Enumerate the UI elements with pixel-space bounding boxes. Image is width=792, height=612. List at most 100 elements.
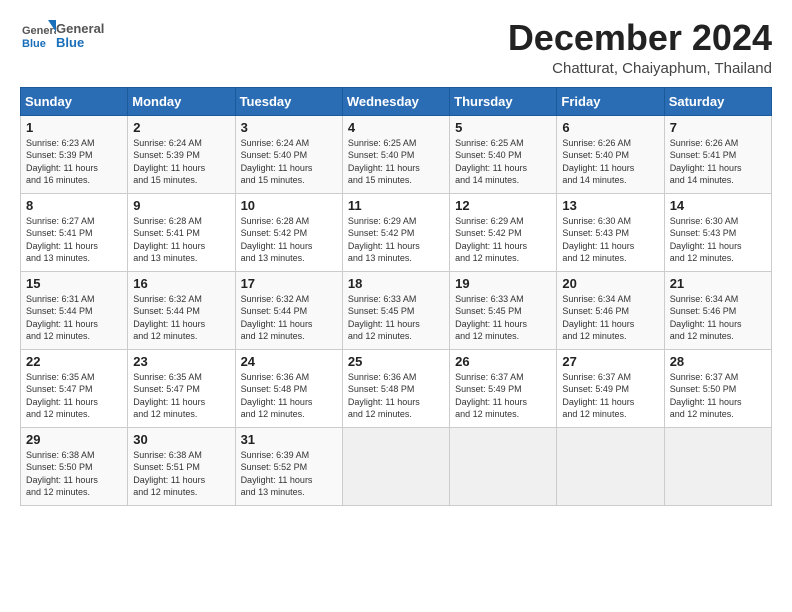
- calendar-cell: 19Sunrise: 6:33 AM Sunset: 5:45 PM Dayli…: [450, 271, 557, 349]
- day-info: Sunrise: 6:38 AM Sunset: 5:50 PM Dayligh…: [26, 449, 122, 499]
- day-info: Sunrise: 6:35 AM Sunset: 5:47 PM Dayligh…: [26, 371, 122, 421]
- calendar-cell: 1 Sunrise: 6:23 AM Sunset: 5:39 PM Daylig…: [21, 115, 128, 193]
- day-number: 20: [562, 276, 658, 291]
- day-number: 21: [670, 276, 766, 291]
- calendar-week-4: 22 Sunrise: 6:35 AM Sunset: 5:47 PM Dayli…: [21, 349, 772, 427]
- calendar-cell: 5 Sunrise: 6:25 AM Sunset: 5:40 PM Daylig…: [450, 115, 557, 193]
- day-info: Sunrise: 6:38 AM Sunset: 5:51 PM Dayligh…: [133, 449, 229, 499]
- calendar-cell: 15Sunrise: 6:31 AM Sunset: 5:44 PM Dayli…: [21, 271, 128, 349]
- day-info: Sunrise: 6:26 AM Sunset: 5:40 PM Dayligh…: [562, 137, 658, 187]
- day-number: 22: [26, 354, 122, 369]
- day-info: Sunrise: 6:34 AM Sunset: 5:46 PM Dayligh…: [562, 293, 658, 343]
- calendar-cell: 28 Sunrise: 6:37 AM Sunset: 5:50 PM Dayli…: [664, 349, 771, 427]
- day-info: Sunrise: 6:37 AM Sunset: 5:49 PM Dayligh…: [562, 371, 658, 421]
- calendar-cell: 4 Sunrise: 6:25 AM Sunset: 5:40 PM Daylig…: [342, 115, 449, 193]
- day-info: Sunrise: 6:37 AM Sunset: 5:49 PM Dayligh…: [455, 371, 551, 421]
- day-info: Sunrise: 6:36 AM Sunset: 5:48 PM Dayligh…: [348, 371, 444, 421]
- calendar-cell: 9 Sunrise: 6:28 AM Sunset: 5:41 PM Daylig…: [128, 193, 235, 271]
- day-number: 3: [241, 120, 337, 135]
- calendar-cell: 10Sunrise: 6:28 AM Sunset: 5:42 PM Dayli…: [235, 193, 342, 271]
- logo-blue: Blue: [56, 36, 104, 50]
- calendar-week-1: 1 Sunrise: 6:23 AM Sunset: 5:39 PM Daylig…: [21, 115, 772, 193]
- svg-text:Blue: Blue: [22, 38, 46, 50]
- svg-text:General: General: [22, 25, 56, 37]
- calendar-cell: 29Sunrise: 6:38 AM Sunset: 5:50 PM Dayli…: [21, 427, 128, 505]
- calendar-cell: [664, 427, 771, 505]
- day-number: 13: [562, 198, 658, 213]
- day-number: 11: [348, 198, 444, 213]
- day-info: Sunrise: 6:25 AM Sunset: 5:40 PM Dayligh…: [348, 137, 444, 187]
- day-info: Sunrise: 6:27 AM Sunset: 5:41 PM Dayligh…: [26, 215, 122, 265]
- calendar-cell: 24 Sunrise: 6:36 AM Sunset: 5:48 PM Dayli…: [235, 349, 342, 427]
- day-info: Sunrise: 6:35 AM Sunset: 5:47 PM Dayligh…: [133, 371, 229, 421]
- calendar-cell: [342, 427, 449, 505]
- calendar: Sunday Monday Tuesday Wednesday Thursday…: [20, 87, 772, 506]
- calendar-cell: 25 Sunrise: 6:36 AM Sunset: 5:48 PM Dayli…: [342, 349, 449, 427]
- day-number: 17: [241, 276, 337, 291]
- day-number: 6: [562, 120, 658, 135]
- location: Chatturat, Chaiyaphum, Thailand: [508, 60, 772, 77]
- calendar-cell: 16Sunrise: 6:32 AM Sunset: 5:44 PM Dayli…: [128, 271, 235, 349]
- day-info: Sunrise: 6:39 AM Sunset: 5:52 PM Dayligh…: [241, 449, 337, 499]
- calendar-cell: 6 Sunrise: 6:26 AM Sunset: 5:40 PM Daylig…: [557, 115, 664, 193]
- day-number: 15: [26, 276, 122, 291]
- day-info: Sunrise: 6:36 AM Sunset: 5:48 PM Dayligh…: [241, 371, 337, 421]
- day-number: 26: [455, 354, 551, 369]
- calendar-week-3: 15Sunrise: 6:31 AM Sunset: 5:44 PM Dayli…: [21, 271, 772, 349]
- calendar-cell: 11 Sunrise: 6:29 AM Sunset: 5:42 PM Dayli…: [342, 193, 449, 271]
- day-number: 5: [455, 120, 551, 135]
- calendar-cell: 7Sunrise: 6:26 AM Sunset: 5:41 PM Daylig…: [664, 115, 771, 193]
- day-number: 1: [26, 120, 122, 135]
- day-number: 23: [133, 354, 229, 369]
- col-sunday: Sunday: [21, 87, 128, 115]
- day-number: 31: [241, 432, 337, 447]
- calendar-cell: 30 Sunrise: 6:38 AM Sunset: 5:51 PM Dayli…: [128, 427, 235, 505]
- day-number: 4: [348, 120, 444, 135]
- logo-icon: General Blue: [20, 18, 56, 54]
- calendar-cell: 22 Sunrise: 6:35 AM Sunset: 5:47 PM Dayli…: [21, 349, 128, 427]
- day-number: 14: [670, 198, 766, 213]
- day-number: 7: [670, 120, 766, 135]
- day-info: Sunrise: 6:32 AM Sunset: 5:44 PM Dayligh…: [241, 293, 337, 343]
- day-number: 28: [670, 354, 766, 369]
- calendar-cell: 21Sunrise: 6:34 AM Sunset: 5:46 PM Dayli…: [664, 271, 771, 349]
- day-number: 18: [348, 276, 444, 291]
- day-info: Sunrise: 6:25 AM Sunset: 5:40 PM Dayligh…: [455, 137, 551, 187]
- day-number: 30: [133, 432, 229, 447]
- day-number: 24: [241, 354, 337, 369]
- day-info: Sunrise: 6:33 AM Sunset: 5:45 PM Dayligh…: [455, 293, 551, 343]
- day-info: Sunrise: 6:28 AM Sunset: 5:41 PM Dayligh…: [133, 215, 229, 265]
- col-saturday: Saturday: [664, 87, 771, 115]
- col-friday: Friday: [557, 87, 664, 115]
- calendar-cell: 8 Sunrise: 6:27 AM Sunset: 5:41 PM Daylig…: [21, 193, 128, 271]
- day-info: Sunrise: 6:23 AM Sunset: 5:39 PM Dayligh…: [26, 137, 122, 187]
- calendar-cell: 13Sunrise: 6:30 AM Sunset: 5:43 PM Dayli…: [557, 193, 664, 271]
- calendar-cell: 2Sunrise: 6:24 AM Sunset: 5:39 PM Daylig…: [128, 115, 235, 193]
- col-wednesday: Wednesday: [342, 87, 449, 115]
- calendar-cell: 23 Sunrise: 6:35 AM Sunset: 5:47 PM Dayli…: [128, 349, 235, 427]
- day-number: 8: [26, 198, 122, 213]
- day-info: Sunrise: 6:29 AM Sunset: 5:42 PM Dayligh…: [348, 215, 444, 265]
- calendar-cell: 18 Sunrise: 6:33 AM Sunset: 5:45 PM Dayli…: [342, 271, 449, 349]
- calendar-cell: [450, 427, 557, 505]
- calendar-cell: 12 Sunrise: 6:29 AM Sunset: 5:42 PM Dayli…: [450, 193, 557, 271]
- calendar-header-row: Sunday Monday Tuesday Wednesday Thursday…: [21, 87, 772, 115]
- day-info: Sunrise: 6:37 AM Sunset: 5:50 PM Dayligh…: [670, 371, 766, 421]
- calendar-cell: [557, 427, 664, 505]
- day-number: 12: [455, 198, 551, 213]
- day-info: Sunrise: 6:33 AM Sunset: 5:45 PM Dayligh…: [348, 293, 444, 343]
- day-number: 25: [348, 354, 444, 369]
- page: General Blue General Blue December 2024 …: [0, 0, 792, 612]
- day-info: Sunrise: 6:28 AM Sunset: 5:42 PM Dayligh…: [241, 215, 337, 265]
- calendar-cell: 31 Sunrise: 6:39 AM Sunset: 5:52 PM Dayli…: [235, 427, 342, 505]
- day-number: 9: [133, 198, 229, 213]
- day-info: Sunrise: 6:29 AM Sunset: 5:42 PM Dayligh…: [455, 215, 551, 265]
- calendar-cell: 20 Sunrise: 6:34 AM Sunset: 5:46 PM Dayli…: [557, 271, 664, 349]
- calendar-cell: 14 Sunrise: 6:30 AM Sunset: 5:43 PM Dayli…: [664, 193, 771, 271]
- day-info: Sunrise: 6:30 AM Sunset: 5:43 PM Dayligh…: [670, 215, 766, 265]
- day-number: 2: [133, 120, 229, 135]
- col-monday: Monday: [128, 87, 235, 115]
- calendar-cell: 26 Sunrise: 6:37 AM Sunset: 5:49 PM Dayli…: [450, 349, 557, 427]
- logo-general: General: [56, 22, 104, 36]
- col-tuesday: Tuesday: [235, 87, 342, 115]
